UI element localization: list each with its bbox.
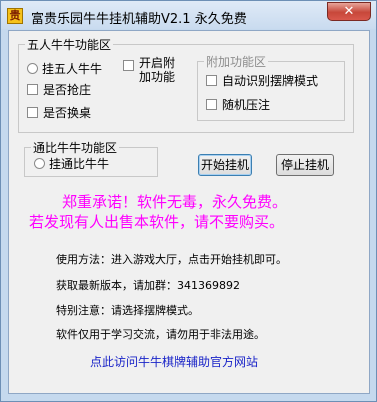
window-title: 富贵乐园牛牛挂机辅助V2.1 永久免费	[31, 12, 247, 27]
checkbox-icon	[123, 60, 134, 71]
promo-line-1: 郑重承诺！软件无毒，永久免费。	[62, 193, 288, 211]
disclaimer-text: 软件仅用于学习交流，请勿用于非法用途。	[56, 328, 265, 341]
five-player-group-title: 五人牛牛功能区	[25, 36, 114, 53]
start-button[interactable]: 开始挂机	[198, 154, 252, 176]
promo-line-2: 若发现有人出售本软件，请不要购买。	[29, 213, 285, 231]
app-icon: 贵	[7, 8, 23, 24]
five-player-radio[interactable]: 挂五人牛牛	[27, 60, 102, 77]
five-player-radio-label: 挂五人牛牛	[42, 62, 103, 76]
radio-icon	[27, 63, 38, 74]
tongbi-radio[interactable]: 挂通比牛牛	[34, 155, 109, 172]
official-site-link[interactable]: 点此访问牛牛棋牌辅助官方网站	[90, 353, 258, 370]
enable-extra-label: 开启附 加功能	[139, 56, 176, 84]
auto-identify-label: 自动识别摆牌模式	[222, 74, 319, 88]
title-bar[interactable]: 贵 富贵乐园牛牛挂机辅助V2.1 永久免费 ✕	[1, 1, 376, 29]
grab-banker-checkbox[interactable]: 是否抢庄	[27, 81, 91, 98]
tongbi-radio-label: 挂通比牛牛	[49, 157, 110, 171]
notice-text: 特别注意：请选择摆牌模式。	[56, 304, 199, 317]
checkbox-icon	[27, 107, 38, 118]
radio-icon	[34, 158, 45, 169]
close-button[interactable]: ✕	[327, 2, 371, 21]
enable-extra-checkbox[interactable]: 开启附 加功能	[123, 56, 175, 84]
client-area: 五人牛牛功能区 挂五人牛牛 是否抢庄 是否换桌 开启附 加功能 附加功能区 自动…	[8, 30, 370, 394]
stop-button[interactable]: 停止挂机	[276, 154, 334, 176]
checkbox-icon	[27, 84, 38, 95]
checkbox-icon	[206, 75, 217, 86]
random-bet-label: 随机压注	[222, 98, 271, 112]
extra-function-group-title: 附加功能区	[204, 53, 269, 70]
version-text: 获取最新版本，请加群：341369892	[56, 279, 240, 292]
tongbi-group-title: 通比牛牛功能区	[31, 139, 120, 156]
switch-table-label: 是否换桌	[43, 106, 92, 120]
switch-table-checkbox[interactable]: 是否换桌	[27, 104, 91, 121]
usage-text: 使用方法：进入游戏大厅，点击开始挂机即可。	[56, 253, 287, 266]
main-window: 贵 富贵乐园牛牛挂机辅助V2.1 永久免费 ✕ 五人牛牛功能区 挂五人牛牛 是否…	[0, 0, 377, 402]
checkbox-icon	[206, 99, 217, 110]
auto-identify-checkbox[interactable]: 自动识别摆牌模式	[206, 72, 318, 89]
random-bet-checkbox[interactable]: 随机压注	[206, 96, 270, 113]
grab-banker-label: 是否抢庄	[43, 83, 92, 97]
